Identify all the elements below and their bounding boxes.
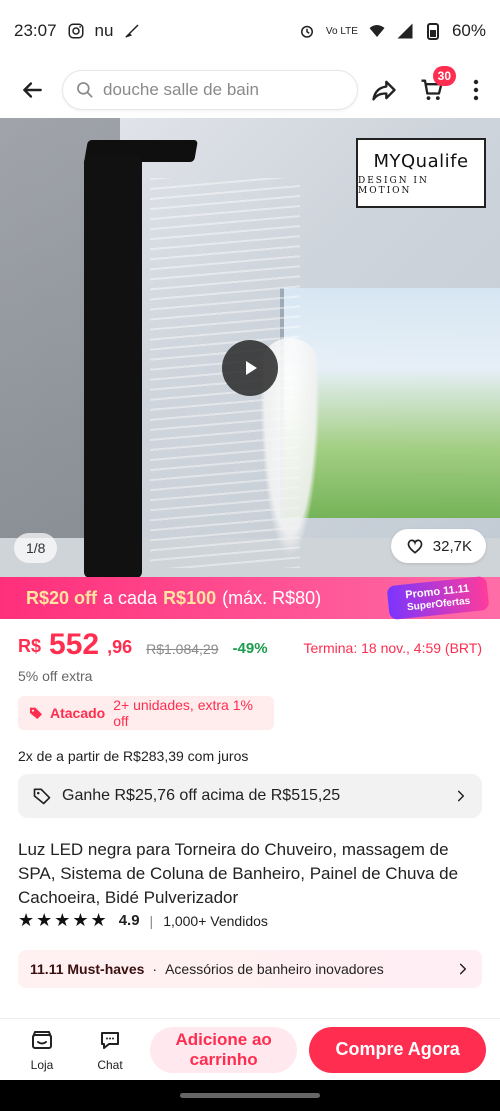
status-bar: 23:07 nu Vo LTE 60% — [0, 0, 500, 62]
arrow-left-icon — [23, 82, 42, 98]
wholesale-label: Atacado — [50, 705, 106, 721]
store-button[interactable]: Loja — [14, 1028, 70, 1072]
coupon-tag-icon — [32, 786, 52, 806]
price-currency: R$ — [18, 636, 42, 656]
promo-off-amount: R$20 off — [26, 587, 98, 608]
ends-time: 18 nov., 4:59 (BRT) — [361, 640, 482, 656]
extra-discount: 5% off extra — [18, 668, 93, 684]
ends-label: Termina: — [303, 640, 358, 656]
volte-indicator: Vo LTE — [325, 25, 358, 37]
store-label: Loja — [30, 1057, 54, 1072]
original-price: R$1.084,29 — [146, 641, 219, 657]
play-icon — [246, 361, 257, 375]
promo-min-amount: R$100 — [163, 587, 217, 608]
app-actions: 30 — [370, 66, 486, 106]
search-icon — [75, 80, 95, 100]
alarm-icon — [298, 22, 316, 40]
play-video-button[interactable] — [222, 340, 278, 396]
price-decimal: ,96 — [107, 637, 133, 657]
price-row: R$ 552 ,96 R$1.084,29 -49% Termina: 18 n… — [18, 630, 482, 660]
promo-badge: Promo 11.11 SuperOfertas — [386, 575, 490, 621]
must-haves-title: 11.11 Must-haves — [30, 961, 145, 977]
sold-count: 1,000+ Vendidos — [163, 912, 268, 929]
image-counter: 1/8 — [14, 533, 58, 563]
chevron-right-icon — [456, 962, 470, 976]
cart-count-badge: 30 — [432, 66, 456, 86]
wholesale-label-wrap: Atacado — [28, 705, 105, 721]
share-icon — [372, 80, 396, 101]
app-bar: douche salle de bain 30 — [0, 62, 500, 118]
battery-icon — [424, 22, 442, 40]
heart-icon — [407, 539, 423, 554]
chat-icon — [101, 1031, 119, 1049]
rating-value: 4.9 — [118, 912, 140, 929]
brand-tagline: DESIGN IN MOTION — [358, 175, 429, 196]
shower-panel — [84, 156, 142, 577]
promo-ends: Termina: 18 nov., 4:59 (BRT) — [304, 640, 482, 656]
search-input[interactable]: douche salle de bain — [62, 70, 358, 110]
must-haves-text: Acessórios de banheiro inovadores — [165, 961, 384, 977]
chat-button[interactable]: Chat — [82, 1028, 138, 1072]
cart-button[interactable]: 30 — [416, 66, 456, 106]
wishlist-button[interactable]: 32,7K — [390, 529, 486, 563]
back-button[interactable] — [14, 72, 50, 108]
status-left: 23:07 nu — [14, 21, 141, 41]
bottom-action-bar: Loja Chat Adicione ao carrinho Compre Ag… — [0, 1018, 500, 1080]
must-haves-dot: · — [152, 961, 158, 977]
nubank-icon: nu — [94, 21, 114, 40]
price-integer: 552 — [49, 628, 100, 661]
promo-banner[interactable]: R$20 off a cada R$100 (máx. R$80) Promo … — [0, 575, 500, 621]
brand-name: MYQualife — [373, 150, 469, 172]
broom-icon — [123, 22, 141, 40]
instagram-icon — [67, 22, 85, 40]
coupon-text: Ganhe R$25,76 off acima de R$515,25 — [62, 787, 341, 804]
promo-max: (máx. R$80) — [222, 587, 322, 608]
gesture-pill[interactable] — [180, 1093, 320, 1098]
product-title: Luz LED negra para Torneira do Chuveiro,… — [18, 840, 459, 907]
chat-label: Chat — [97, 1057, 123, 1072]
status-time: 23:07 — [14, 21, 57, 40]
product-media[interactable]: MYQualife DESIGN IN MOTION 1/8 32,7K — [0, 118, 500, 577]
more-vert-icon — [473, 79, 479, 101]
more-options-button[interactable] — [466, 76, 486, 104]
signal-icon — [396, 22, 414, 40]
brand-logo: MYQualife DESIGN IN MOTION — [356, 138, 486, 208]
buy-now-button[interactable]: Compre Agora — [309, 1026, 486, 1073]
discount-percent: -49% — [232, 640, 268, 657]
battery-level: 60% — [451, 21, 486, 40]
add-to-cart-button[interactable]: Adicione ao carrinho — [150, 1026, 298, 1073]
rating-row[interactable]: ★★★★★ 4.9 | 1,000+ Vendidos — [18, 910, 268, 931]
must-haves-banner[interactable]: 11.11 Must-haves · Acessórios de banheir… — [18, 950, 482, 988]
promo-text-mid: a cada — [103, 587, 158, 608]
likes-count: 32,7K — [432, 537, 472, 555]
wholesale-offer[interactable]: Atacado 2+ unidades, extra 1% off — [18, 696, 274, 730]
system-gesture-bar — [0, 1080, 500, 1111]
wholesale-text: 2+ unidades, extra 1% off — [113, 697, 253, 729]
chevron-right-icon — [454, 789, 468, 803]
store-icon — [32, 1030, 52, 1049]
wifi-icon — [368, 22, 386, 40]
search-placeholder: douche salle de bain — [103, 80, 259, 99]
installments-info: 2x de a partir de R$283,39 com juros — [18, 748, 249, 764]
coupon-offer[interactable]: Ganhe R$25,76 off acima de R$515,25 — [18, 774, 482, 818]
rating-divider: | — [149, 912, 154, 929]
status-right: Vo LTE 60% — [298, 21, 486, 41]
price-section: R$ 552 ,96 R$1.084,29 -49% Termina: 18 n… — [18, 630, 482, 685]
rating-stars-icon: ★★★★★ — [18, 910, 109, 930]
tag-icon — [30, 707, 42, 719]
share-button[interactable] — [370, 76, 398, 104]
